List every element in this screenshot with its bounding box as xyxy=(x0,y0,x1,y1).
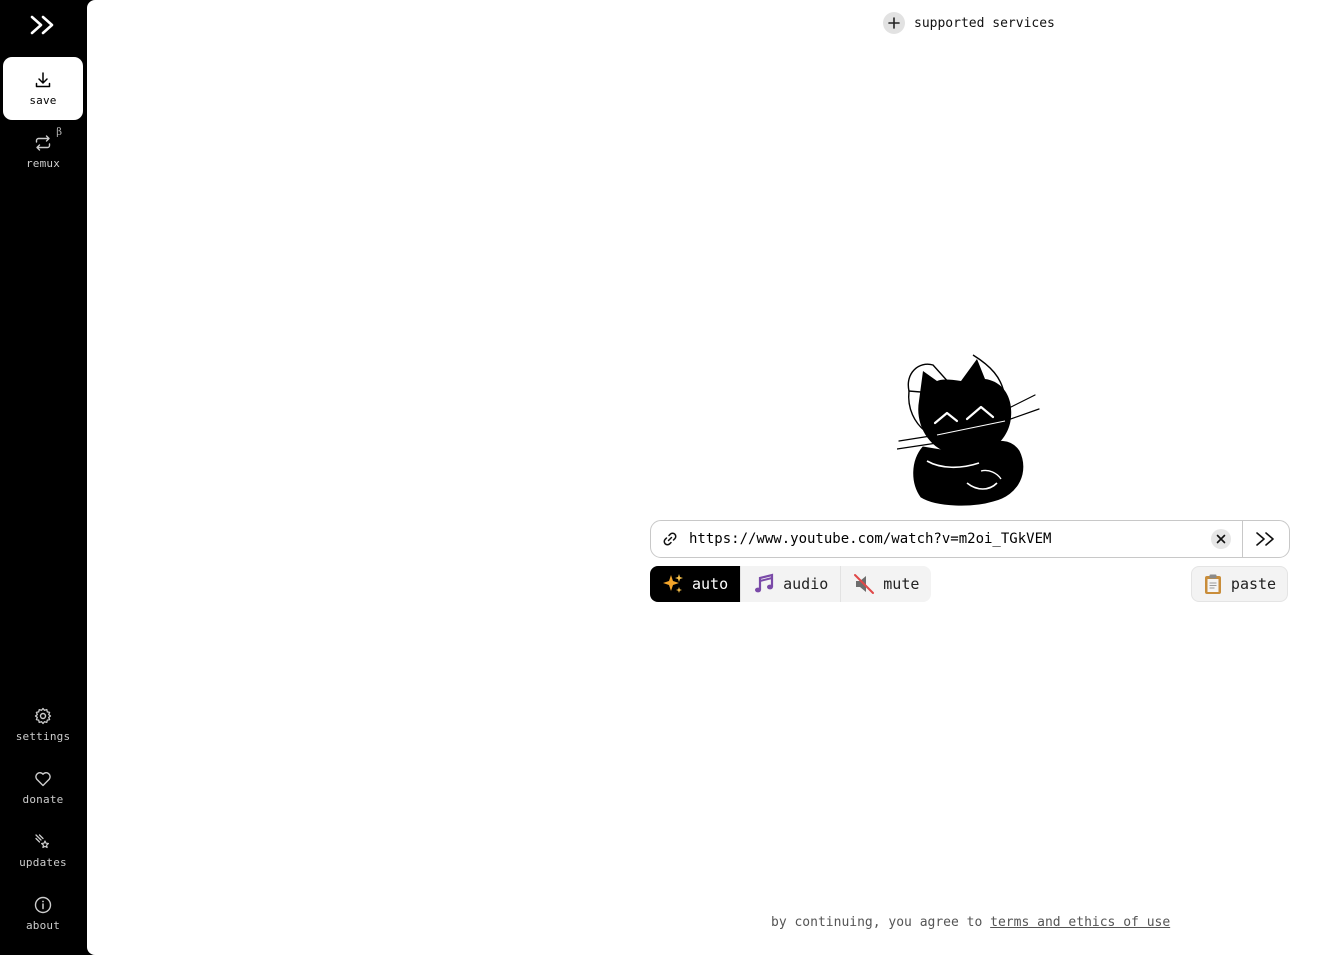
sidebar: save β remux settings donate updates abo… xyxy=(0,0,87,955)
nav-settings-label: settings xyxy=(15,730,71,743)
beta-badge: β xyxy=(56,127,62,138)
paste-label: paste xyxy=(1230,575,1277,593)
mode-auto-label: auto xyxy=(692,575,729,593)
link-icon xyxy=(663,532,677,546)
nav-donate[interactable]: donate xyxy=(3,756,83,819)
download-go-button[interactable] xyxy=(1242,521,1289,557)
nav-donate-label: donate xyxy=(22,793,64,806)
sparkles-icon xyxy=(663,574,683,593)
download-icon xyxy=(35,72,51,88)
music-notes-icon xyxy=(755,573,774,593)
mode-auto[interactable]: auto xyxy=(650,566,742,602)
comet-icon xyxy=(35,834,49,849)
clear-input-button[interactable] xyxy=(1211,529,1231,549)
download-mode-selector: auto audio mute xyxy=(650,566,932,602)
main-panel: supported services https://www.youtube.c… xyxy=(87,0,1334,955)
mode-audio[interactable]: audio xyxy=(741,566,842,602)
nav-about-label: about xyxy=(25,919,61,932)
terms-link[interactable]: terms and ethics of use xyxy=(990,915,1170,930)
cat-mascot xyxy=(896,351,1045,507)
supported-services-label: supported services xyxy=(914,15,1055,31)
mode-mute-label: mute xyxy=(883,575,920,593)
nav-updates-label: updates xyxy=(19,856,67,869)
clipboard-icon xyxy=(1204,574,1221,594)
mode-audio-label: audio xyxy=(783,575,829,593)
gear-icon xyxy=(34,707,52,725)
mode-mute[interactable]: mute xyxy=(841,566,931,602)
nav-remux-label: remux xyxy=(25,157,61,170)
repeat-icon xyxy=(35,135,51,151)
nav-settings[interactable]: settings xyxy=(3,693,83,756)
nav-updates[interactable]: updates xyxy=(3,819,83,882)
close-icon xyxy=(1216,534,1226,544)
url-input[interactable] xyxy=(689,522,1211,556)
logo-icon[interactable] xyxy=(30,14,56,36)
plus-icon xyxy=(883,12,905,34)
terms-footer: by continuing, you agree to terms and et… xyxy=(771,915,1170,930)
nav-about[interactable]: about xyxy=(3,882,83,945)
double-chevron-icon xyxy=(1256,532,1274,546)
url-input-box xyxy=(650,520,1290,558)
heart-icon xyxy=(35,772,51,787)
paste-button[interactable]: paste xyxy=(1191,566,1288,602)
nav-save-label: save xyxy=(29,94,57,107)
nav-save[interactable]: save xyxy=(3,57,83,120)
supported-services-button[interactable]: supported services xyxy=(883,12,1055,34)
footer-text: by continuing, you agree to xyxy=(771,915,983,930)
nav-remux[interactable]: β remux xyxy=(3,120,83,183)
muted-speaker-icon xyxy=(854,574,875,594)
info-icon xyxy=(34,896,52,914)
